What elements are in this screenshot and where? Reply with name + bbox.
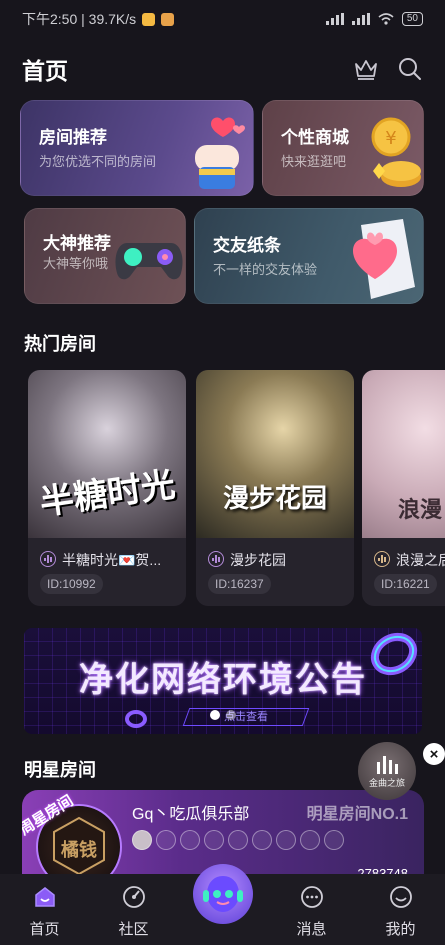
app-notification-icon bbox=[161, 12, 175, 26]
card-title: 交友纸条 bbox=[213, 236, 281, 255]
star-room-name: Gq丶吃瓜俱乐部 bbox=[132, 806, 250, 823]
card-title: 个性商城 bbox=[281, 128, 349, 147]
ring-small-icon bbox=[125, 710, 147, 728]
tab-label: 首页 bbox=[29, 921, 60, 938]
header: 首页 bbox=[0, 44, 445, 94]
seat bbox=[252, 830, 272, 850]
wifi-icon bbox=[378, 13, 394, 25]
card-subtitle: 大神等你哦 bbox=[43, 256, 109, 271]
room-cover-title: 半糖时光 bbox=[37, 464, 178, 524]
coin-icon: ¥ bbox=[371, 117, 421, 187]
tab-community[interactable]: 社区 bbox=[89, 874, 178, 939]
seat bbox=[180, 830, 200, 850]
card-subtitle: 快来逛逛吧 bbox=[281, 154, 347, 169]
compass-icon bbox=[122, 886, 145, 908]
hand-heart-icon bbox=[195, 117, 245, 189]
pagination-dot bbox=[226, 710, 236, 720]
tab-label: 消息 bbox=[296, 921, 327, 938]
search-icon[interactable] bbox=[397, 56, 423, 82]
room-name: 漫步花园 bbox=[230, 552, 286, 568]
audio-icon bbox=[374, 551, 390, 567]
seat bbox=[204, 830, 224, 850]
seat bbox=[156, 830, 176, 850]
card-subtitle: 为您优选不同的房间 bbox=[39, 154, 157, 169]
status-time: 下午2:50 | 39.7K/s bbox=[22, 11, 137, 27]
smile-icon bbox=[389, 886, 412, 908]
room-id-badge: ID:10992 bbox=[40, 574, 103, 594]
card-title: 房间推荐 bbox=[39, 128, 107, 147]
floating-music-player[interactable]: 金曲之旅 bbox=[358, 742, 416, 800]
room-card[interactable]: 浪漫 浪漫之后 ID:16221 bbox=[362, 370, 445, 606]
page-title: 首页 bbox=[22, 58, 68, 84]
avatar-text: 橘钱 bbox=[61, 840, 97, 861]
close-floating-button[interactable]: × bbox=[423, 743, 445, 765]
bottom-tab-bar: 首页 社区 消息 我的 bbox=[0, 864, 445, 945]
battery-indicator: 50 bbox=[401, 12, 423, 26]
room-card[interactable]: 漫步花园 漫步花园 ID:16237 bbox=[196, 370, 354, 606]
audio-icon bbox=[40, 551, 56, 567]
banner-view-button[interactable]: 点击查看 bbox=[182, 708, 310, 726]
seat bbox=[300, 830, 320, 850]
room-name: 浪漫之后 bbox=[396, 552, 445, 568]
seat bbox=[276, 830, 296, 850]
mascot-icon bbox=[202, 876, 243, 912]
seat bbox=[228, 830, 248, 850]
card-subtitle: 不一样的交友体验 bbox=[213, 262, 318, 277]
svg-text:¥: ¥ bbox=[385, 128, 396, 149]
message-icon bbox=[300, 886, 323, 908]
seat-avatar bbox=[132, 830, 152, 850]
tab-label: 社区 bbox=[118, 921, 149, 938]
room-cover-title: 浪漫 bbox=[398, 497, 443, 523]
status-right: 50 bbox=[325, 12, 423, 26]
header-actions bbox=[353, 56, 423, 82]
tab-messages[interactable]: 消息 bbox=[267, 874, 356, 939]
god-recommend-card[interactable]: 大神推荐 大神等你哦 bbox=[24, 208, 186, 304]
notification-icon bbox=[142, 12, 156, 26]
audio-icon bbox=[208, 551, 224, 567]
ring-decoration-icon bbox=[370, 632, 418, 676]
room-cover: 浪漫 bbox=[362, 370, 445, 538]
room-cover: 半糖时光 bbox=[28, 370, 186, 538]
room-id-badge: ID:16237 bbox=[208, 574, 271, 594]
room-id-badge: ID:16221 bbox=[374, 574, 437, 594]
signal-icon bbox=[325, 13, 344, 25]
crown-icon[interactable] bbox=[353, 56, 379, 82]
center-mascot-button[interactable] bbox=[192, 864, 253, 924]
room-cover: 漫步花园 bbox=[196, 370, 354, 538]
tab-label: 我的 bbox=[385, 921, 416, 938]
seat bbox=[324, 830, 344, 850]
home-icon bbox=[34, 887, 55, 907]
status-bar: 下午2:50 | 39.7K/s 50 bbox=[0, 0, 445, 38]
hot-rooms-title: 热门房间 bbox=[24, 334, 96, 354]
tab-home[interactable]: 首页 bbox=[0, 874, 89, 939]
room-cover-title: 漫步花园 bbox=[222, 484, 327, 514]
pagination-dot-active bbox=[210, 710, 220, 720]
status-left: 下午2:50 | 39.7K/s bbox=[22, 9, 175, 29]
gamepad-icon bbox=[115, 243, 183, 280]
hot-rooms-list: 半糖时光 半糖时光💌贺... ID:10992 漫步花园 漫步花园 ID:162… bbox=[28, 370, 445, 606]
room-recommend-card[interactable]: 房间推荐 为您优选不同的房间 bbox=[20, 100, 254, 196]
star-rooms-title: 明星房间 bbox=[24, 760, 96, 780]
banner-pagination bbox=[210, 710, 236, 720]
tab-profile[interactable]: 我的 bbox=[356, 874, 445, 939]
shop-card[interactable]: 个性商城 快来逛逛吧 ¥ bbox=[262, 100, 424, 196]
room-card[interactable]: 半糖时光 半糖时光💌贺... ID:10992 bbox=[28, 370, 186, 606]
heart-note-icon bbox=[353, 219, 415, 299]
seat-row bbox=[132, 830, 344, 850]
friend-note-card[interactable]: 交友纸条 不一样的交友体验 bbox=[194, 208, 424, 304]
card-title: 大神推荐 bbox=[43, 234, 111, 253]
signal-icon-2 bbox=[351, 13, 370, 25]
tab-center[interactable] bbox=[178, 864, 267, 924]
star-room-rank: 明星房间NO.1 bbox=[306, 806, 408, 823]
room-name: 半糖时光💌贺... bbox=[62, 552, 162, 568]
equalizer-icon bbox=[377, 755, 398, 774]
floating-player-label: 金曲之旅 bbox=[368, 777, 405, 788]
